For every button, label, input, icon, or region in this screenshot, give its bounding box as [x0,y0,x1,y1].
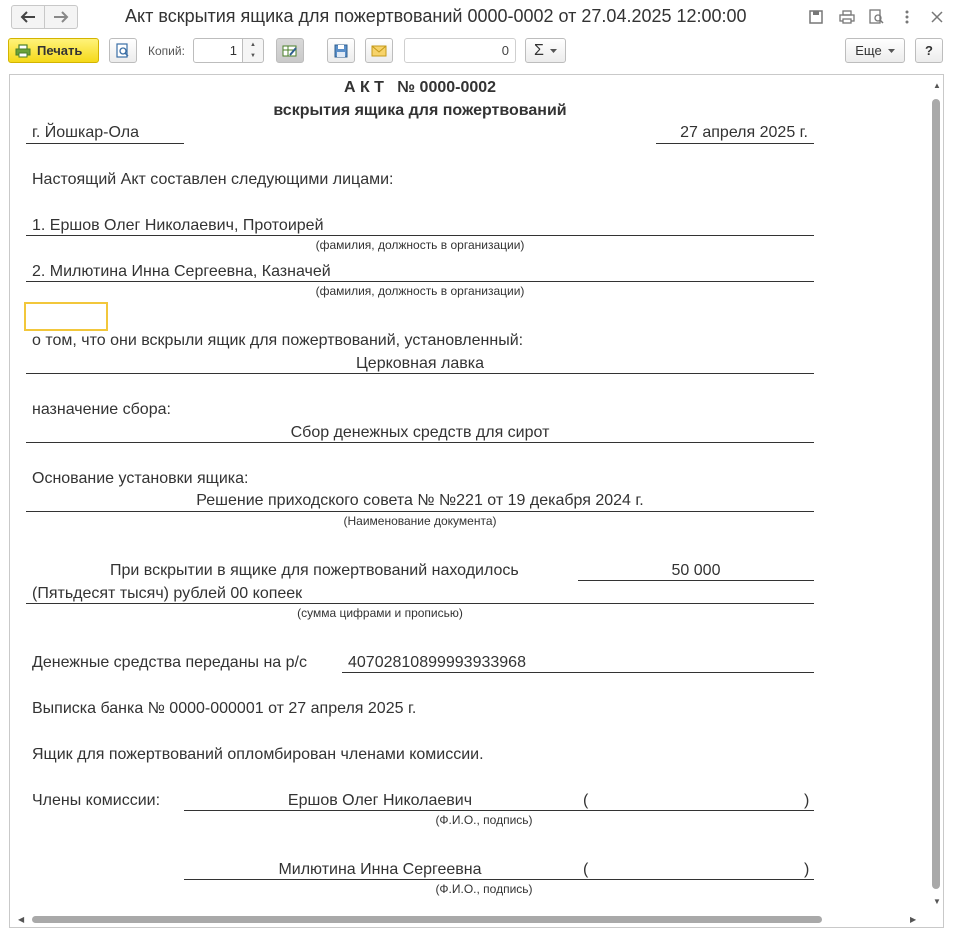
dropdown-arrow-icon [887,48,895,53]
printer-icon [15,43,31,57]
edit-mode-button[interactable] [276,38,304,63]
member-1-hint: (Ф.И.О., подпись) [435,813,533,827]
member-1-sign-close: ) [804,792,810,809]
vertical-scrollbar[interactable]: ▲ ▼ [929,75,943,915]
page-preview-icon [116,42,129,58]
member-1-name: Ершов Олег Николаевич [287,792,473,809]
person-1-hint: (фамилия, должность в организации) [315,238,525,252]
basis-hint: (Наименование документа) [343,514,497,528]
member-2-sign-open: ( [583,861,589,878]
forward-button[interactable] [44,5,78,29]
scroll-right-icon[interactable]: ▶ [910,915,916,924]
sum-field: 0 [404,38,516,63]
vertical-dots-icon [905,10,909,24]
found-text: При вскрытии в ящике для пожертвований н… [110,562,519,579]
preview-button[interactable] [109,38,137,63]
member-2-hint: (Ф.И.О., подпись) [435,882,533,896]
city-text: г. Йошкар-Ола [32,124,139,141]
intro-text: Настоящий Акт составлен следующими лицам… [32,171,394,188]
member-2-sign-close: ) [804,861,810,878]
spreadsheet-document[interactable]: А К Т № 0000-0002 вскрытия ящика для пож… [9,74,944,928]
location-underline [26,373,814,374]
copies-input[interactable]: 1 [193,38,243,63]
arrow-left-icon [20,11,35,23]
basis-underline [26,511,814,512]
preview-window-button[interactable] [868,8,886,26]
close-icon [931,11,943,23]
bank-statement-text: Выписка банка № 0000-000001 от 27 апреля… [32,700,417,717]
more-button-label: Еще [855,43,882,58]
date-underline [656,143,814,144]
edit-table-icon [282,45,297,56]
act-subtitle: вскрытия ящика для пожертвований [273,102,567,119]
sealed-text: Ящик для пожертвований опломбирован член… [32,746,484,763]
stepper-down-icon[interactable]: ▼ [243,50,263,61]
amount-number-underline [578,580,814,581]
stepper-up-icon[interactable]: ▲ [243,39,263,50]
send-email-button[interactable] [365,38,393,63]
title-bar: Акт вскрытия ящика для пожертвований 000… [0,0,955,34]
members-label: Члены комиссии: [32,792,161,809]
act-title: А К Т № 0000-0002 [343,79,497,96]
member-2-underline [184,879,814,880]
scroll-down-icon[interactable]: ▼ [933,897,941,906]
horizontal-scrollbar[interactable]: ◀ ▶ [10,912,929,927]
help-button[interactable]: ? [915,38,943,63]
member-1-underline [184,810,814,811]
magnifier-page-icon [869,9,884,24]
sigma-icon: Σ [534,41,544,59]
amount-hint: (сумма цифрами и прописью) [297,606,463,620]
date-text: 27 апреля 2025 г. [680,124,808,141]
basis-label: Основание установки ящика: [32,470,249,487]
printer-icon [839,10,855,24]
vertical-scroll-thumb[interactable] [932,99,940,889]
dropdown-arrow-icon [549,48,557,53]
envelope-icon [371,45,387,56]
save-button[interactable] [327,38,355,63]
opened-text: о том, что они вскрыли ящик для пожертво… [32,332,524,349]
more-window-button[interactable] [898,8,916,26]
person-1: 1. Ершов Олег Николаевич, Протоирей [32,217,324,234]
window-title: Акт вскрытия ящика для пожертвований 000… [125,6,747,26]
location-text: Церковная лавка [355,355,485,372]
purpose-label: назначение сбора: [32,401,171,418]
purpose-underline [26,442,814,443]
scroll-left-icon[interactable]: ◀ [18,915,24,924]
account-label: Денежные средства переданы на р/с [32,654,307,671]
document-content: А К Т № 0000-0002 вскрытия ящика для пож… [10,75,930,915]
save-window-button[interactable] [807,8,825,26]
close-window-button[interactable] [928,8,946,26]
back-button[interactable] [11,5,45,29]
amount-words-underline [26,603,814,604]
account-underline [342,672,814,673]
floppy-icon [809,10,823,24]
sum-menu-button[interactable]: Σ [525,38,566,63]
scroll-up-icon[interactable]: ▲ [933,81,941,90]
purpose-text: Сбор денежных средств для сирот [290,424,550,441]
print-window-button[interactable] [838,8,856,26]
toolbar: Печать Копий: 1 ▲ ▼ 0 Σ Еще ? [0,34,955,68]
selected-cell[interactable] [24,302,108,331]
amount-number: 50 000 [671,562,721,579]
account-number: 40702810899993933968 [348,654,526,671]
city-underline [26,143,184,144]
floppy-icon [334,44,348,57]
more-button[interactable]: Еще [845,38,905,63]
member-2-name: Милютина Инна Сергеевна [278,861,482,878]
arrow-right-icon [54,11,69,23]
copies-stepper[interactable]: ▲ ▼ [242,38,264,63]
person-2-hint: (фамилия, должность в организации) [315,284,525,298]
copies-label: Копий: [148,44,185,58]
basis-text: Решение приходского совета № №221 от 19 … [196,492,644,509]
print-button[interactable]: Печать [8,38,99,63]
member-1-sign-open: ( [583,792,589,809]
person-2-underline [26,281,814,282]
person-1-underline [26,235,814,236]
horizontal-scroll-thumb[interactable] [32,916,822,923]
print-button-label: Печать [37,43,83,58]
amount-words: (Пятьдесят тысяч) рублей 00 копеек [32,585,303,602]
person-2: 2. Милютина Инна Сергеевна, Казначей [32,263,331,280]
